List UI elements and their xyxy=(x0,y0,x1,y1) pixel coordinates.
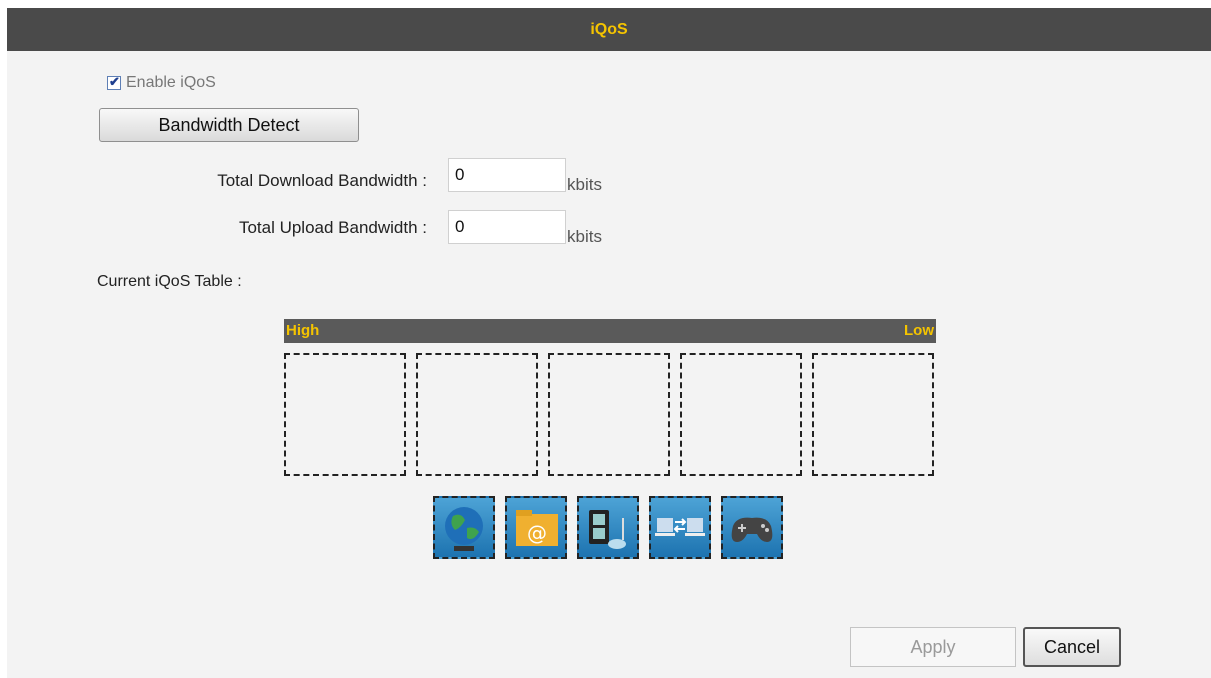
enable-iqos-checkbox[interactable]: ✔ xyxy=(107,74,121,90)
enable-iqos-row[interactable]: ✔ Enable iQoS xyxy=(107,72,216,94)
download-unit: kbits xyxy=(567,175,602,194)
p2p-transfer-icon xyxy=(655,518,705,536)
window-title: iQoS xyxy=(7,8,1211,51)
priority-slot-3[interactable] xyxy=(548,353,670,476)
iqos-table-label: Current iQoS Table : xyxy=(97,273,242,290)
iqos-panel: iQoS ✔ Enable iQoS Bandwidth Detect Tota… xyxy=(7,8,1211,678)
app-tile-game[interactable] xyxy=(721,496,783,559)
media-icon xyxy=(589,510,626,549)
priority-slot-1[interactable] xyxy=(284,353,406,476)
priority-high-label: High xyxy=(286,322,320,339)
priority-bar: High Low xyxy=(284,319,936,343)
checkmark-icon: ✔ xyxy=(109,74,120,89)
app-tile-p2p[interactable] xyxy=(649,496,711,559)
gamepad-icon xyxy=(731,517,773,542)
app-tile-email[interactable]: @ xyxy=(505,496,567,559)
email-folder-icon: @ xyxy=(516,510,558,546)
priority-low-label: Low xyxy=(904,322,934,339)
download-bandwidth-label: Total Download Bandwidth : xyxy=(217,171,427,190)
upload-bandwidth-input[interactable]: 0 xyxy=(448,210,566,244)
globe-icon xyxy=(445,507,483,551)
enable-iqos-label: Enable iQoS xyxy=(126,74,216,91)
app-tile-media[interactable] xyxy=(577,496,639,559)
app-tile-web[interactable] xyxy=(433,496,495,559)
download-bandwidth-input[interactable]: 0 xyxy=(448,158,566,192)
bandwidth-detect-button[interactable]: Bandwidth Detect xyxy=(99,108,359,142)
priority-slot-4[interactable] xyxy=(680,353,802,476)
upload-unit: kbits xyxy=(567,227,602,246)
cancel-button[interactable]: Cancel xyxy=(1023,627,1121,667)
upload-bandwidth-label: Total Upload Bandwidth : xyxy=(238,218,427,237)
apply-button[interactable]: Apply xyxy=(850,627,1016,667)
svg-text:@: @ xyxy=(527,521,547,545)
priority-slot-2[interactable] xyxy=(416,353,538,476)
priority-slot-5[interactable] xyxy=(812,353,934,476)
